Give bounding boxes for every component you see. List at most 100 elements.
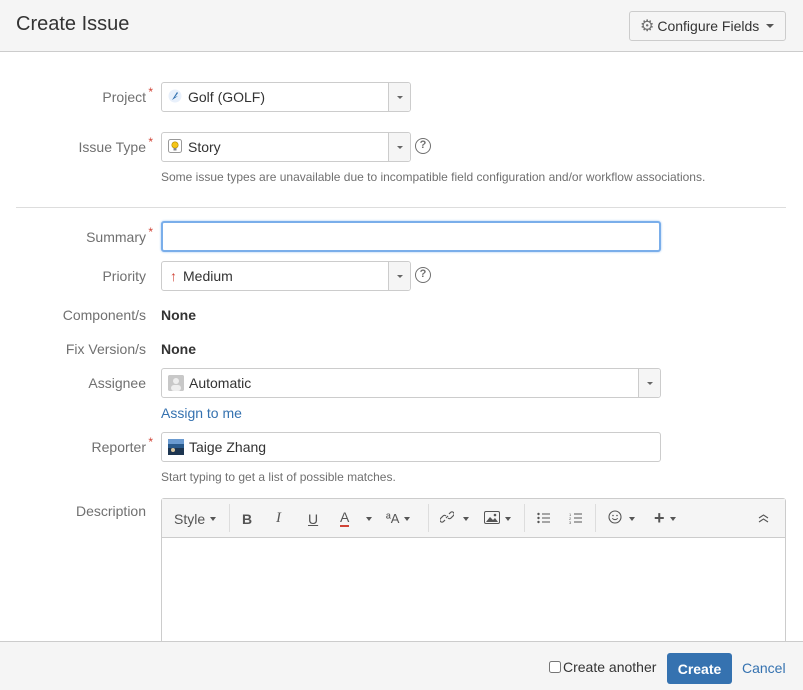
link-button[interactable] <box>439 499 469 538</box>
issue-type-label-text: Issue Type <box>78 139 146 155</box>
image-icon <box>484 510 500 527</box>
assign-to-me-link[interactable]: Assign to me <box>161 405 242 421</box>
issue-type-label: Issue Type * <box>0 135 153 155</box>
bullet-list-icon <box>537 511 551 527</box>
default-avatar-icon <box>168 375 184 391</box>
issue-type-dropdown-toggle[interactable] <box>388 133 410 161</box>
bold-icon: B <box>242 510 253 527</box>
required-marker: * <box>148 225 153 239</box>
text-color-dropdown[interactable] <box>361 499 372 538</box>
priority-value: Medium <box>183 268 233 284</box>
toolbar-separator <box>524 504 525 532</box>
cancel-link[interactable]: Cancel <box>742 660 786 676</box>
assignee-select[interactable]: Automatic <box>161 368 661 398</box>
description-label: Description <box>75 503 146 519</box>
reporter-avatar <box>168 439 184 455</box>
more-formatting-button[interactable]: ªA <box>386 499 411 538</box>
dialog-header: Create Issue ⚙ Configure Fields <box>0 0 803 52</box>
editor-toolbar: Style B I U A ªA 1 2 3 + <box>162 499 785 538</box>
image-button[interactable] <box>484 499 511 538</box>
text-color-icon: A <box>340 509 350 527</box>
summary-input[interactable] <box>161 221 661 252</box>
chevron-down-icon <box>463 516 469 521</box>
emoticon-button[interactable] <box>608 499 635 538</box>
issue-type-value: Story <box>188 139 221 155</box>
help-icon[interactable]: ? <box>415 138 431 154</box>
required-marker: * <box>148 135 153 149</box>
create-button[interactable]: Create <box>667 653 732 684</box>
style-dropdown[interactable]: Style <box>174 499 217 538</box>
create-another-checkbox[interactable] <box>549 661 561 673</box>
summary-label-text: Summary <box>86 229 146 245</box>
toolbar-separator <box>229 504 230 532</box>
description-editor[interactable]: Style B I U A ªA 1 2 3 + <box>161 498 786 658</box>
more-formatting-icon: ªA <box>386 511 400 526</box>
gear-icon: ⚙ <box>640 18 655 35</box>
bold-button[interactable]: B <box>242 499 252 538</box>
chevron-down-icon <box>396 95 403 99</box>
reporter-label-text: Reporter <box>91 439 146 455</box>
italic-button[interactable]: I <box>276 499 281 538</box>
fix-versions-value: None <box>161 341 196 357</box>
reporter-label: Reporter * <box>0 435 153 455</box>
issue-type-select[interactable]: Story <box>161 132 411 162</box>
priority-dropdown-toggle[interactable] <box>388 262 410 290</box>
required-marker: * <box>148 85 153 99</box>
assignee-dropdown-toggle[interactable] <box>638 369 660 397</box>
chevron-down-icon <box>629 516 635 521</box>
double-chevron-up-icon <box>758 512 769 526</box>
chevron-down-icon <box>505 516 511 521</box>
chevron-down-icon <box>646 381 653 385</box>
text-color-button[interactable]: A <box>340 499 350 538</box>
toolbar-separator <box>595 504 596 532</box>
numbered-list-button[interactable]: 123 <box>569 499 583 538</box>
priority-select[interactable]: ↑ Medium <box>161 261 411 291</box>
section-divider <box>16 207 786 208</box>
reporter-value: Taige Zhang <box>189 439 267 455</box>
insert-more-button[interactable]: + <box>654 499 676 538</box>
configure-fields-label: Configure Fields <box>657 18 760 34</box>
assignee-value: Automatic <box>189 375 252 391</box>
components-value: None <box>161 307 196 323</box>
chevron-down-icon <box>404 516 411 521</box>
svg-text:3: 3 <box>569 520 572 524</box>
assignee-label: Assignee <box>88 375 146 391</box>
project-dropdown-toggle[interactable] <box>388 83 410 111</box>
project-icon <box>168 89 182 106</box>
dialog-title: Create Issue <box>16 13 130 35</box>
italic-icon: I <box>276 510 281 526</box>
chevron-down-icon <box>669 516 676 521</box>
dialog-footer: Create another Create Cancel <box>0 641 803 690</box>
style-label: Style <box>174 510 206 527</box>
smiley-icon <box>608 510 622 527</box>
create-another-label: Create another <box>563 659 657 675</box>
configure-fields-button[interactable]: ⚙ Configure Fields <box>629 11 786 41</box>
reporter-input[interactable]: Taige Zhang <box>161 432 661 462</box>
collapse-toolbar-button[interactable] <box>758 499 769 538</box>
chevron-down-icon <box>396 145 403 149</box>
help-icon[interactable]: ? <box>415 267 431 283</box>
toolbar-separator <box>428 504 429 532</box>
priority-label: Priority <box>102 268 146 284</box>
underline-button[interactable]: U <box>308 499 318 538</box>
create-another-toggle[interactable]: Create another <box>549 659 656 675</box>
arrow-up-icon: ↑ <box>170 268 177 284</box>
fix-versions-label: Fix Version/s <box>65 341 146 357</box>
chevron-down-icon <box>396 274 403 278</box>
story-lightbulb-icon <box>168 138 182 156</box>
summary-label: Summary * <box>0 225 153 245</box>
project-value: Golf (GOLF) <box>188 89 266 105</box>
project-label-text: Project <box>102 89 146 105</box>
chevron-down-icon <box>366 516 372 521</box>
chevron-down-icon <box>766 24 775 28</box>
underline-icon: U <box>308 510 319 527</box>
link-icon <box>439 510 455 527</box>
bullet-list-button[interactable] <box>537 499 551 538</box>
reporter-hint: Start typing to get a list of possible m… <box>161 470 396 484</box>
numbered-list-icon: 123 <box>569 511 583 527</box>
project-select[interactable]: Golf (GOLF) <box>161 82 411 112</box>
description-textarea[interactable] <box>162 538 785 658</box>
components-label: Component/s <box>62 307 146 323</box>
plus-icon: + <box>654 508 665 528</box>
project-label: Project * <box>0 85 153 105</box>
